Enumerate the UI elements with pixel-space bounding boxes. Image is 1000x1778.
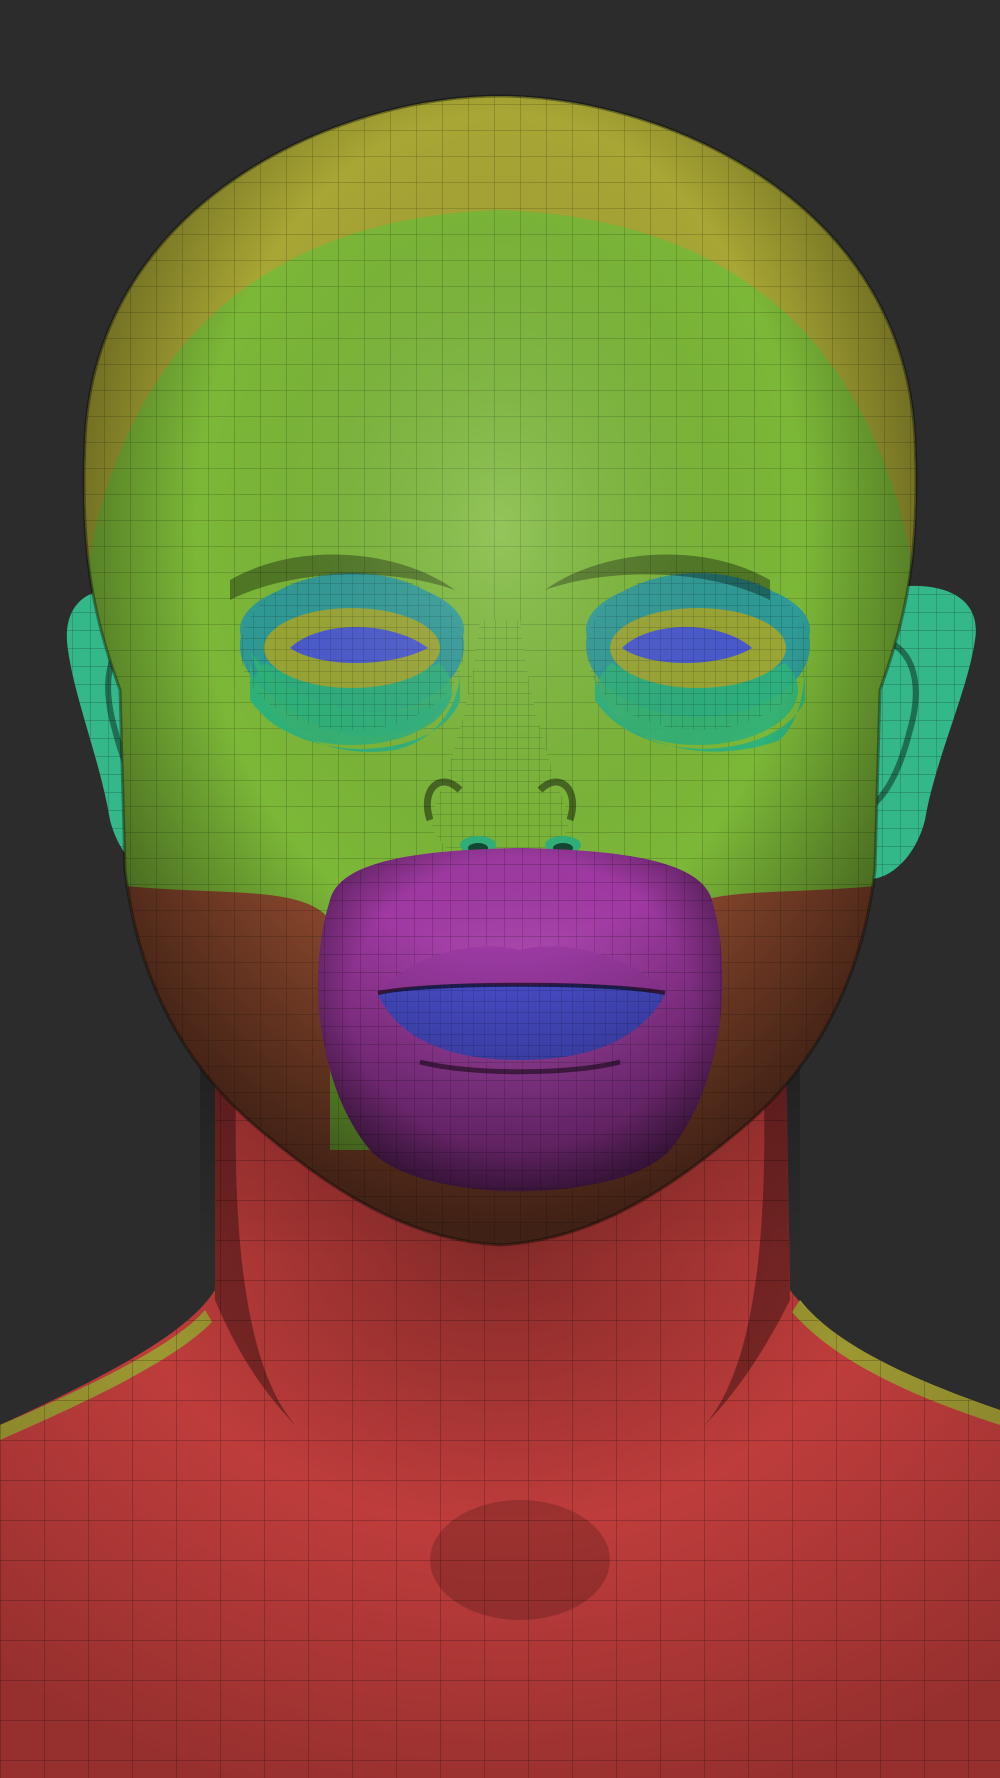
- viewport: [0, 0, 1000, 1778]
- sculpt-render: [0, 0, 1000, 1778]
